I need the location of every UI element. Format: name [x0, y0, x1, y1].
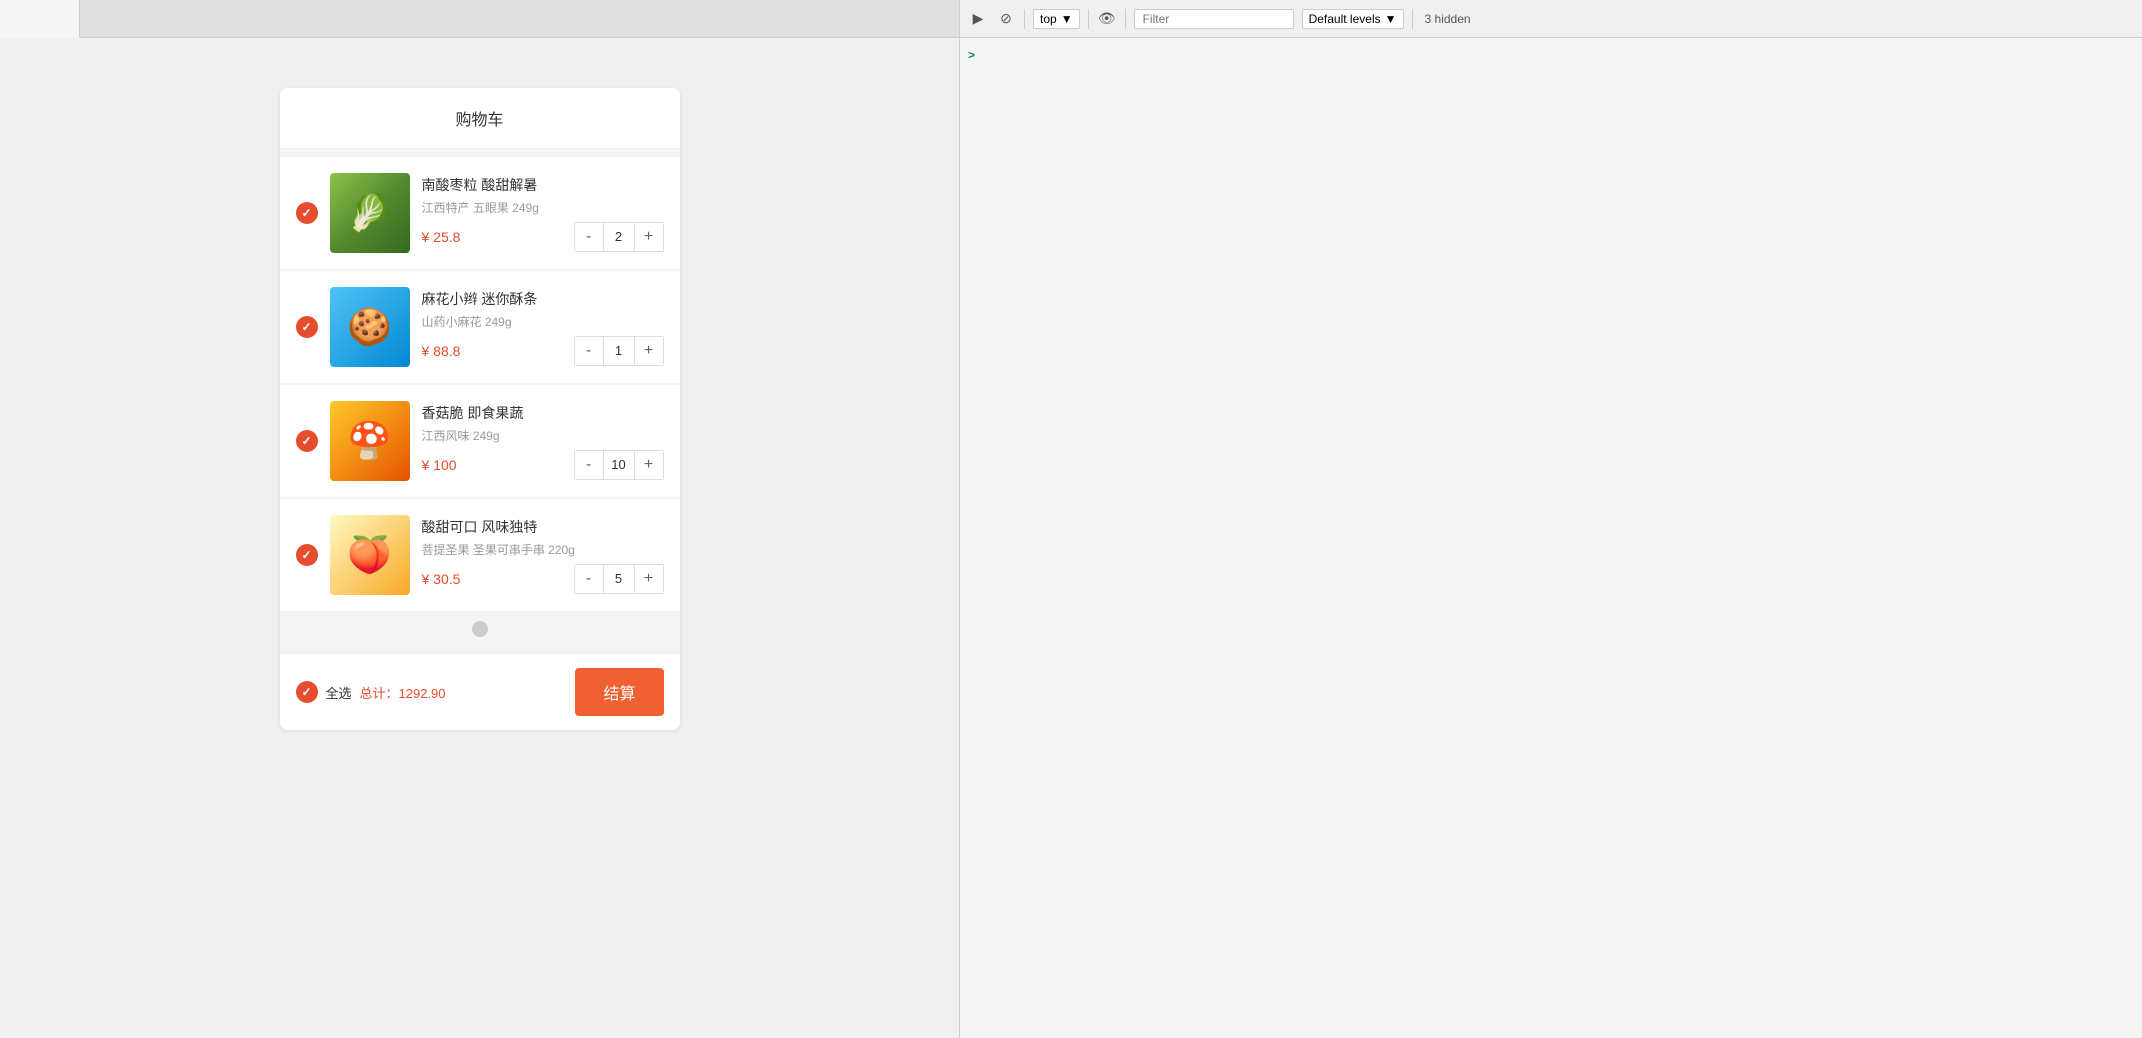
footer-total: 总计：1292.90 [360, 683, 446, 702]
item-price-1: ¥ 25.8 [422, 229, 461, 245]
item-checkbox-2[interactable] [296, 316, 318, 338]
cart-footer: 全选 总计：1292.90 结算 [280, 653, 680, 730]
item-image-2 [330, 287, 410, 367]
devtools-content: > [960, 38, 2142, 1038]
qty-increase-2[interactable]: + [635, 337, 663, 365]
item-desc-3: 江西风味 249g [422, 427, 664, 444]
item-checkbox-1[interactable] [296, 202, 318, 224]
play-icon[interactable]: ▶ [968, 9, 988, 29]
cart-title: 购物车 [455, 112, 503, 129]
item-price-4: ¥ 30.5 [422, 571, 461, 587]
qty-increase-4[interactable]: + [635, 565, 663, 593]
toolbar-separator-2 [1088, 9, 1089, 29]
item-desc-2: 山药小麻花 249g [422, 313, 664, 330]
levels-dropdown-arrow: ▼ [1385, 12, 1397, 26]
qty-decrease-2[interactable]: - [575, 337, 603, 365]
item-desc-4: 菩提圣果 圣果可串手串 220g [422, 541, 664, 558]
levels-dropdown[interactable]: Default levels ▼ [1302, 9, 1404, 29]
browser-panel: 购物车 南酸枣粒 酸甜解暑 江西特产 五眼果 249g ¥ 25.8 - [0, 0, 960, 1038]
cart-item: 酸甜可口 风味独特 菩提圣果 圣果可串手串 220g ¥ 30.5 - 5 + [280, 499, 680, 611]
cart-container: 购物车 南酸枣粒 酸甜解暑 江西特产 五眼果 249g ¥ 25.8 - [280, 88, 680, 730]
toolbar-separator-4 [1412, 9, 1413, 29]
item-price-row-1: ¥ 25.8 - 2 + [422, 222, 664, 252]
select-all-checkbox[interactable] [296, 681, 318, 703]
qty-value-2: 1 [603, 337, 635, 365]
scroll-indicator [280, 613, 680, 645]
cart-item: 麻花小辫 迷你酥条 山药小麻花 249g ¥ 88.8 - 1 + [280, 271, 680, 383]
item-info-4: 酸甜可口 风味独特 菩提圣果 圣果可串手串 220g ¥ 30.5 - 5 + [422, 517, 664, 594]
item-price-3: ¥ 100 [422, 457, 457, 473]
quantity-control-3: - 10 + [574, 450, 664, 480]
footer-left: 全选 总计：1292.90 [296, 681, 446, 703]
qty-decrease-4[interactable]: - [575, 565, 603, 593]
item-info-2: 麻花小辫 迷你酥条 山药小麻花 249g ¥ 88.8 - 1 + [422, 289, 664, 366]
item-checkbox-3[interactable] [296, 430, 318, 452]
item-price-2: ¥ 88.8 [422, 343, 461, 359]
cart-header: 购物车 [280, 88, 680, 149]
filter-input[interactable] [1134, 9, 1294, 29]
scroll-dot [472, 621, 488, 637]
toolbar-separator-3 [1125, 9, 1126, 29]
eye-icon[interactable]: 👁 [1097, 9, 1117, 29]
quantity-control-4: - 5 + [574, 564, 664, 594]
context-dropdown[interactable]: top ▼ [1033, 9, 1080, 29]
item-name-2: 麻花小辫 迷你酥条 [422, 289, 664, 309]
item-desc-1: 江西特产 五眼果 249g [422, 199, 664, 216]
item-price-row-3: ¥ 100 - 10 + [422, 450, 664, 480]
tab-item[interactable] [0, 0, 80, 38]
item-name-3: 香菇脆 即食果蔬 [422, 403, 664, 423]
checkout-button[interactable]: 结算 [575, 668, 663, 716]
toolbar-separator-1 [1024, 9, 1025, 29]
item-image-3 [330, 401, 410, 481]
cart-item: 香菇脆 即食果蔬 江西风味 249g ¥ 100 - 10 + [280, 385, 680, 497]
cart-wrapper: 购物车 南酸枣粒 酸甜解暑 江西特产 五眼果 249g ¥ 25.8 - [0, 38, 959, 750]
tab-bar [0, 0, 959, 38]
item-checkbox-4[interactable] [296, 544, 318, 566]
item-price-row-2: ¥ 88.8 - 1 + [422, 336, 664, 366]
devtools-panel: ▶ ⊘ top ▼ 👁 Default levels ▼ 3 hidden > [960, 0, 2142, 1038]
qty-value-1: 2 [603, 223, 635, 251]
qty-increase-3[interactable]: + [635, 451, 663, 479]
context-label: top [1040, 12, 1057, 26]
item-image-1 [330, 173, 410, 253]
quantity-control-2: - 1 + [574, 336, 664, 366]
qty-increase-1[interactable]: + [635, 223, 663, 251]
item-info-3: 香菇脆 即食果蔬 江西风味 249g ¥ 100 - 10 + [422, 403, 664, 480]
levels-label: Default levels [1309, 12, 1381, 26]
hidden-badge: 3 hidden [1425, 12, 1471, 26]
cart-item: 南酸枣粒 酸甜解暑 江西特产 五眼果 249g ¥ 25.8 - 2 + [280, 157, 680, 269]
stop-icon[interactable]: ⊘ [996, 9, 1016, 29]
qty-value-4: 5 [603, 565, 635, 593]
item-image-4 [330, 515, 410, 595]
select-all-label: 全选 [326, 683, 352, 702]
qty-decrease-1[interactable]: - [575, 223, 603, 251]
console-arrow[interactable]: > [968, 48, 975, 62]
cart-items-list: 南酸枣粒 酸甜解暑 江西特产 五眼果 249g ¥ 25.8 - 2 + [280, 157, 680, 611]
devtools-toolbar: ▶ ⊘ top ▼ 👁 Default levels ▼ 3 hidden [960, 0, 2142, 38]
context-dropdown-arrow: ▼ [1061, 12, 1073, 26]
qty-decrease-3[interactable]: - [575, 451, 603, 479]
item-name-1: 南酸枣粒 酸甜解暑 [422, 175, 664, 195]
item-info-1: 南酸枣粒 酸甜解暑 江西特产 五眼果 249g ¥ 25.8 - 2 + [422, 175, 664, 252]
quantity-control-1: - 2 + [574, 222, 664, 252]
item-name-4: 酸甜可口 风味独特 [422, 517, 664, 537]
qty-value-3: 10 [603, 451, 635, 479]
item-price-row-4: ¥ 30.5 - 5 + [422, 564, 664, 594]
